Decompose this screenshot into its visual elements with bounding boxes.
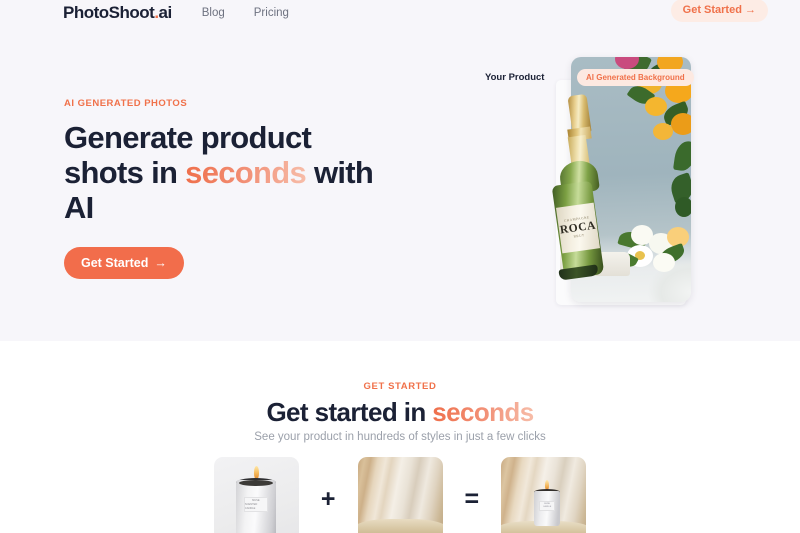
hero-get-started-button[interactable]: Get Started → <box>64 247 184 279</box>
get-started-title-part1: Get started in <box>266 397 433 427</box>
ai-generated-background-badge: AI Generated Background <box>577 69 694 86</box>
logo-text-main: PhotoShoot <box>63 3 155 22</box>
step-result-thumbnail: MUSE CANDLE <box>501 457 587 533</box>
flower-shape <box>675 197 691 217</box>
page-root: PhotoShoot.ai Blog Pricing Get Started →… <box>0 0 800 533</box>
candle-label: MUSE SCENTED CANDLE <box>243 497 268 512</box>
logo-text-suffix: ai <box>158 3 173 22</box>
nav-link-pricing[interactable]: Pricing <box>254 7 289 20</box>
hero-headline: Generate product shots in seconds with A… <box>64 120 394 225</box>
result-label-sub: CANDLE <box>543 506 552 508</box>
candle-wax <box>238 480 273 486</box>
equals-operator-icon: = <box>464 484 480 513</box>
flower-shape <box>653 123 673 140</box>
flower-shape <box>671 113 691 135</box>
flower-shape <box>653 253 675 272</box>
get-started-title-highlight: seconds <box>432 397 534 427</box>
hero-copy: AI GENERATED PHOTOS Generate product sho… <box>64 98 464 279</box>
nav-get-started-button[interactable]: Get Started → <box>670 0 768 22</box>
leaf-shape <box>673 139 691 173</box>
hero-eyebrow: AI GENERATED PHOTOS <box>64 98 188 109</box>
nav-links: Blog Pricing <box>202 7 289 20</box>
get-started-subtitle: See your product in hundreds of styles i… <box>254 431 546 443</box>
backdrop-shelf <box>357 519 443 533</box>
nav-link-blog[interactable]: Blog <box>202 7 225 20</box>
hero-cta-label: Get Started <box>81 256 149 270</box>
get-started-eyebrow: GET STARTED <box>363 381 437 392</box>
step-product-thumbnail: MUSE SCENTED CANDLE <box>213 457 299 533</box>
steps-row: MUSE SCENTED CANDLE + = MUSE CANDLE <box>0 457 800 533</box>
bottle-label-bottom-text: BRUT <box>573 233 585 239</box>
top-navigation-bar: PhotoShoot.ai Blog Pricing Get Started → <box>0 0 800 24</box>
champagne-bottle-image: CHAMPAGNE ROCA BRUT <box>546 93 612 281</box>
step-background-thumbnail <box>357 457 443 533</box>
get-started-title: Get started in seconds <box>0 397 800 428</box>
your-product-label: Your Product <box>485 72 545 83</box>
site-logo[interactable]: PhotoShoot.ai <box>63 4 172 22</box>
bottle-label: CHAMPAGNE ROCA BRUT <box>555 202 601 254</box>
candle-label-sub: SCENTED CANDLE <box>244 502 258 510</box>
hero-headline-highlight: seconds <box>185 155 307 190</box>
plus-operator-icon: + <box>320 484 336 513</box>
result-candle-label: MUSE CANDLE <box>539 501 556 511</box>
arrow-right-icon: → <box>154 256 167 270</box>
